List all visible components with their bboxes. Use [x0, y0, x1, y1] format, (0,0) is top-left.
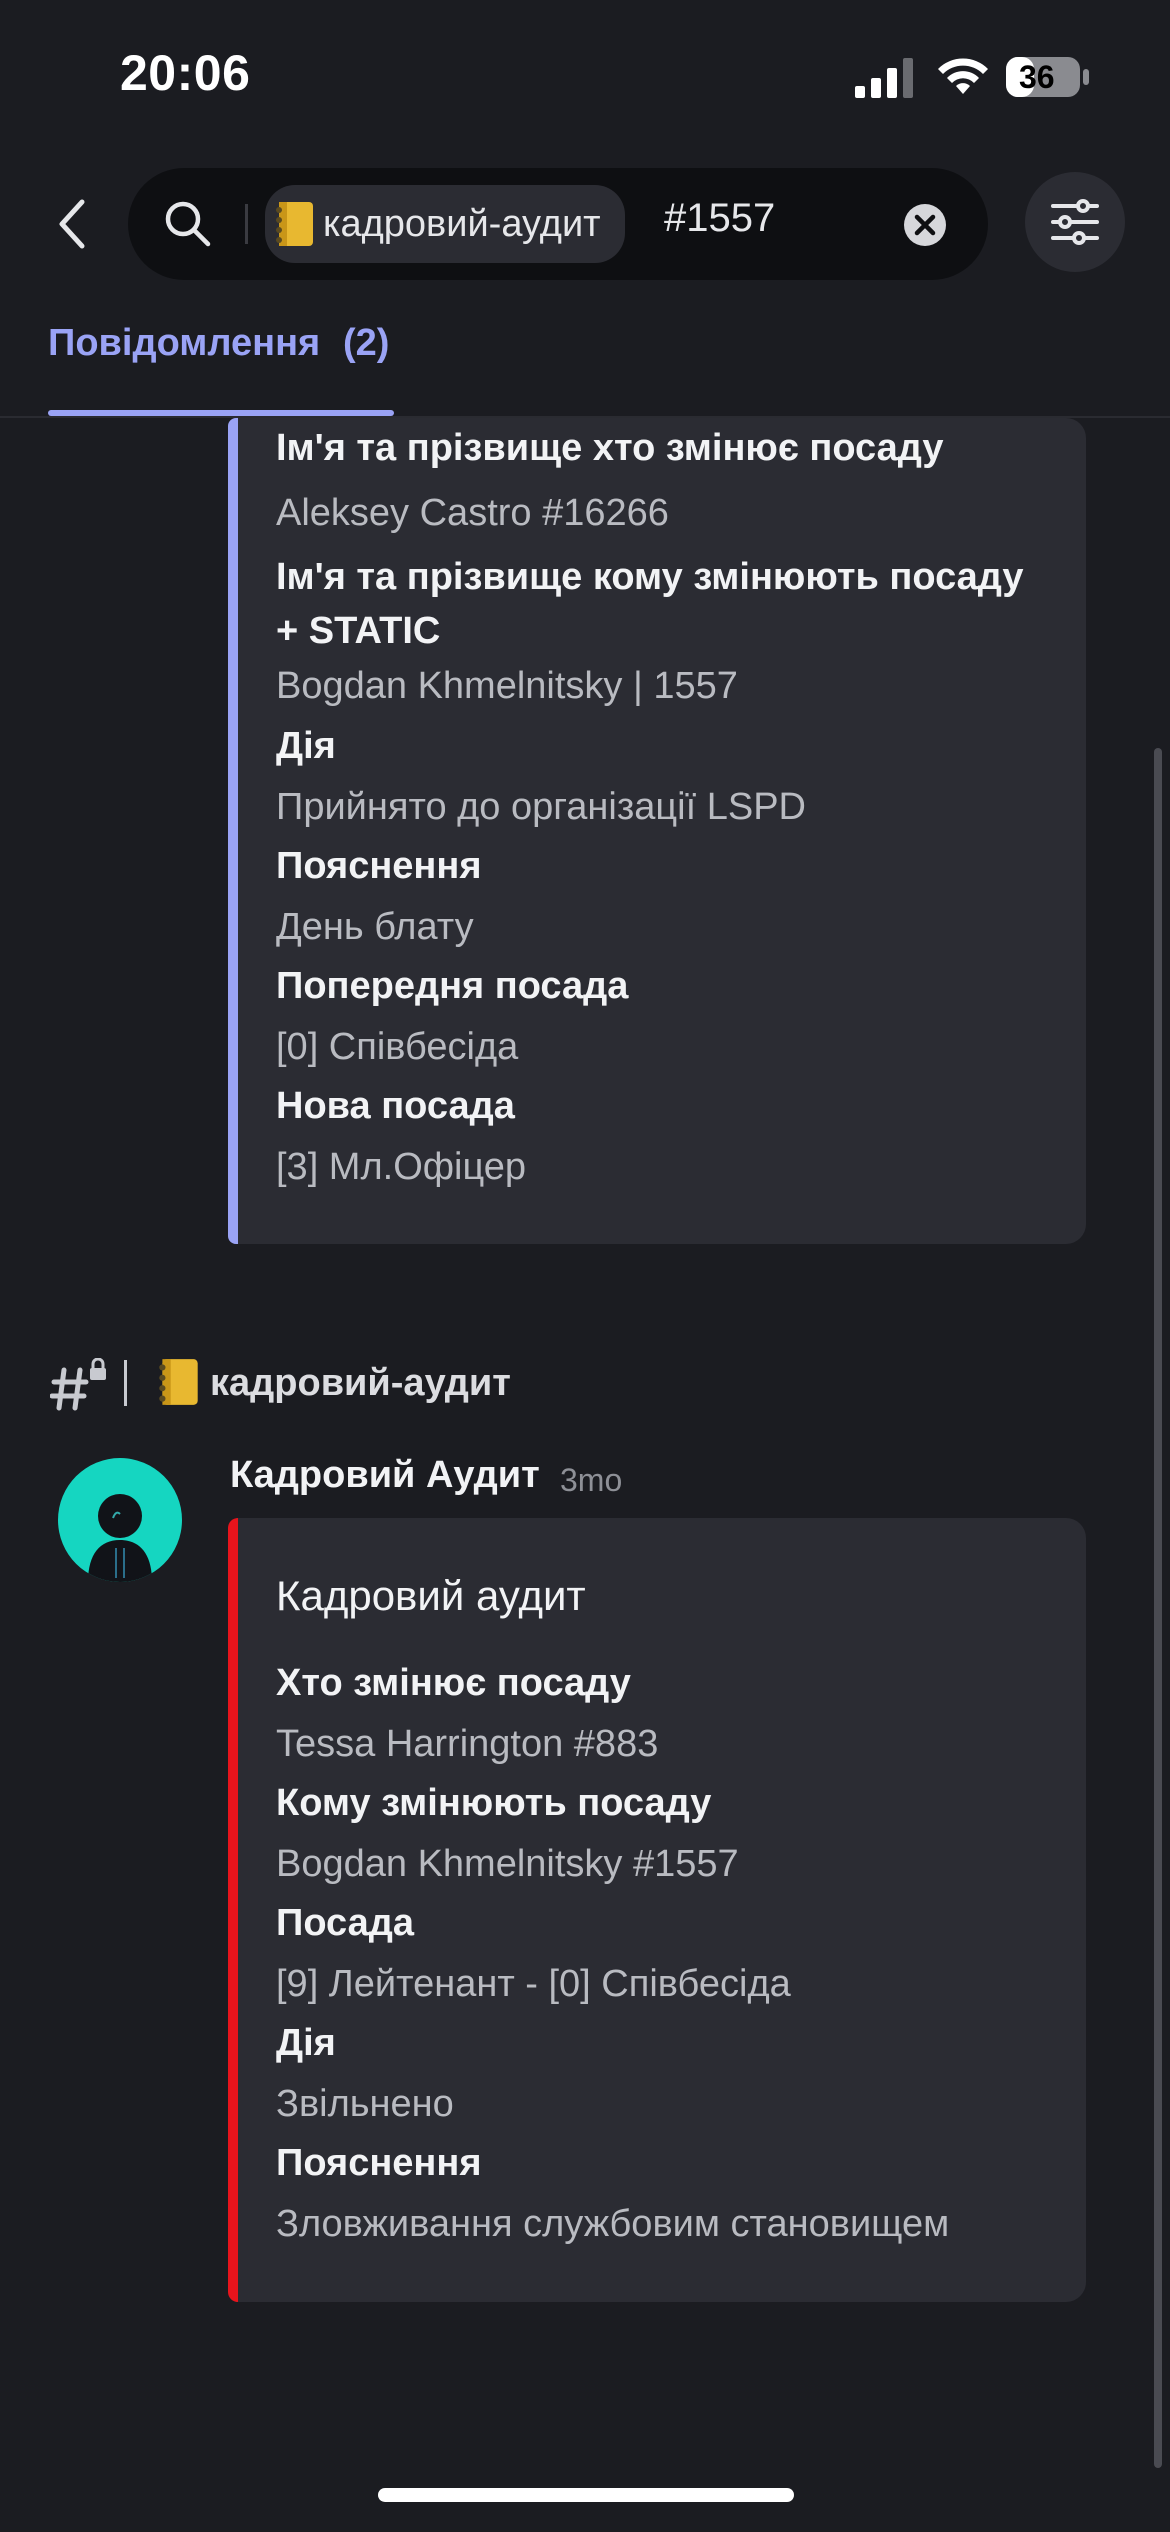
message-timestamp: 3mo: [560, 1462, 623, 1498]
status-time: 20:06: [120, 45, 251, 101]
scrollbar[interactable]: [1154, 748, 1162, 2468]
embed-field-value: Зловживання службовим становищем: [276, 2203, 950, 2245]
battery-level: 36: [1019, 59, 1055, 95]
tab-messages[interactable]: Повідомлення: [48, 322, 320, 365]
embed-field-value: [3] Мл.Офіцер: [276, 1146, 527, 1188]
embed-field-name: Пояснення: [276, 845, 482, 887]
tab-messages-count[interactable]: (2): [343, 322, 389, 365]
battery-indicator: 36: [1005, 56, 1091, 98]
author-name[interactable]: Кадровий Аудит: [230, 1454, 540, 1497]
search-query-text[interactable]: #1557: [664, 196, 775, 241]
embed-field-value: [0] Співбесіда: [276, 1026, 519, 1068]
embed-field-value: Прийнято до організації LSPD: [276, 786, 806, 828]
notebook-emoji-icon: [159, 1359, 198, 1405]
embed-field-name: Посада: [276, 1902, 415, 1944]
embed-field-name: Хто змінює посаду: [276, 1662, 631, 1704]
second-result-embed-accent: [228, 1518, 238, 2302]
search-icon: [165, 201, 211, 247]
first-result-embed-accent: [228, 418, 238, 1244]
embed-field-name: Нова посада: [276, 1085, 515, 1127]
search-divider: [245, 204, 248, 244]
sliders-icon: [1051, 199, 1099, 245]
channel-hash: [49, 1357, 114, 1426]
embed-field-name: Ім'я та прізвище кому змінюють посаду + …: [276, 556, 1024, 652]
embed-field-value: День блату: [276, 906, 474, 948]
home-indicator[interactable]: [378, 2488, 794, 2502]
embed-field-name: Ім'я та прізвище хто змінює посаду: [276, 427, 944, 469]
embed-field-value: Tessa Harrington #883: [276, 1723, 659, 1765]
embed-field-name: Пояснення: [276, 2142, 482, 2184]
clear-x-icon[interactable]: [900, 200, 950, 250]
embed-title: Кадровий аудит: [276, 1572, 586, 1619]
search-channel-chip[interactable]: кадровий-аудит: [265, 185, 625, 263]
channel-name[interactable]: кадровий-аудит: [210, 1362, 511, 1405]
search-channel-name: кадровий-аудит: [323, 202, 601, 245]
embed-field-name: Попередня посада: [276, 965, 629, 1007]
wifi-icon: [938, 58, 988, 94]
embed-field-name: Дія: [276, 725, 336, 767]
avatar-figure-icon: [88, 1494, 152, 1582]
avatar[interactable]: [58, 1458, 182, 1582]
notebook-emoji-icon: [276, 202, 313, 246]
embed-field-name: Дія: [276, 2022, 336, 2064]
chevron-left-icon[interactable]: [50, 196, 94, 252]
cellular-signal-icon: [855, 58, 913, 98]
embed-field-value: Звільнено: [276, 2083, 454, 2125]
filter-button[interactable]: [1025, 172, 1125, 272]
embed-field-value: Aleksey Castro #16266: [276, 492, 669, 534]
embed-field-name: Кому змінюють посаду: [276, 1782, 712, 1824]
embed-field-value: Bogdan Khmelnitsky | 1557: [276, 665, 738, 707]
embed-field-value: [9] Лейтенант - [0] Співбесіда: [276, 1963, 791, 2005]
embed-field-value: Bogdan Khmelnitsky #1557: [276, 1843, 739, 1885]
channel-separator: [124, 1360, 127, 1406]
locked-channel-hash-icon: [49, 1357, 106, 1411]
